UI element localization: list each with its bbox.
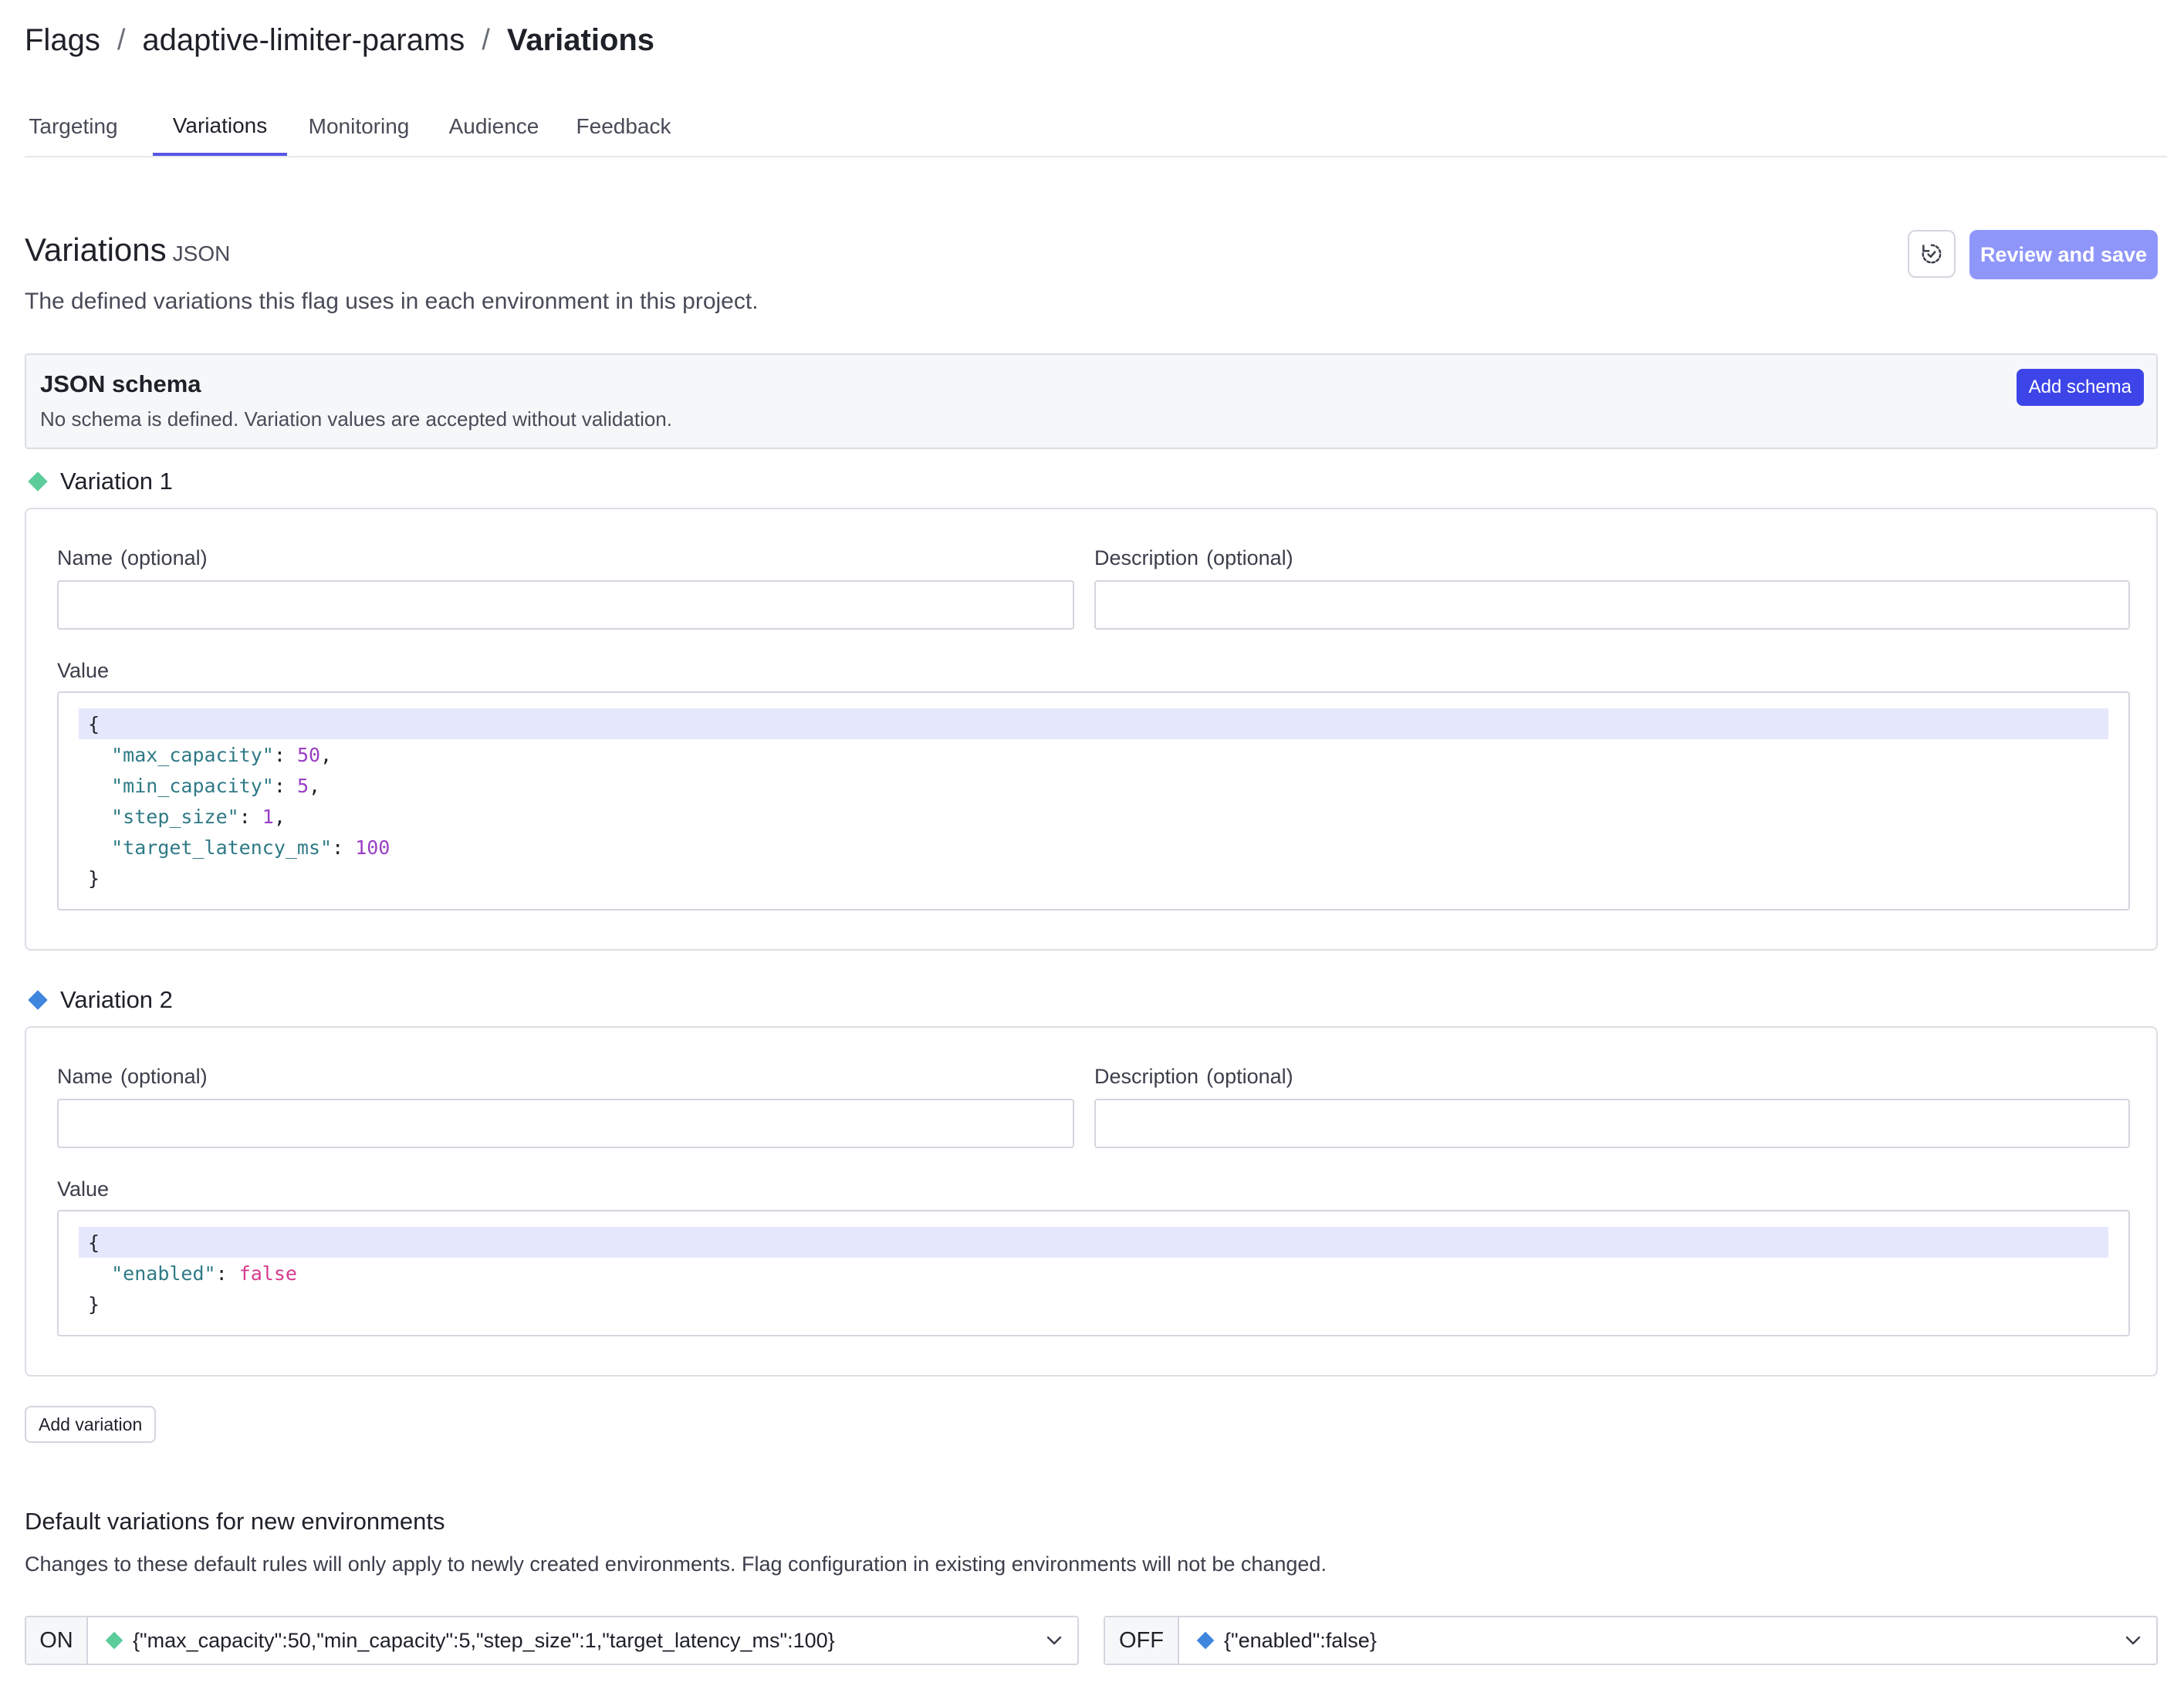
review-and-save-button[interactable]: Review and save: [1969, 230, 2158, 279]
optional-hint: (optional): [120, 1065, 208, 1088]
breadcrumb-current: Variations: [506, 22, 655, 57]
variation-1-value-editor[interactable]: { "max_capacity": 50, "min_capacity": 5,…: [57, 691, 2130, 911]
section-title-text: Variations: [25, 231, 167, 268]
optional-hint: (optional): [1206, 1065, 1293, 1088]
code-line: }: [88, 1292, 100, 1316]
variation-1-card: Name (optional) Description (optional) Val…: [25, 508, 2158, 951]
tab-feedback[interactable]: Feedback: [574, 99, 673, 154]
code-line: }: [88, 867, 100, 890]
code-line: {: [79, 1227, 2108, 1258]
default-variations-title: Default variations for new environments: [25, 1508, 445, 1535]
name-label-text: Name: [57, 546, 113, 569]
variation-2-card: Name (optional) Description (optional) Val…: [25, 1026, 2158, 1377]
variation-2-value-label: Value: [57, 1177, 110, 1201]
description-label-text: Description: [1094, 546, 1199, 569]
tab-audience[interactable]: Audience: [445, 99, 543, 154]
breadcrumb-separator: /: [482, 23, 490, 56]
name-label-text: Name: [57, 1065, 113, 1088]
variation-1-name-input[interactable]: [57, 580, 1074, 630]
variation-2-description-label: Description (optional): [1094, 1065, 1293, 1089]
json-schema-title: JSON schema: [40, 370, 201, 397]
variation-2-heading: Variation 2: [26, 985, 173, 1015]
variation-2-diamond-icon: [1196, 1631, 1215, 1650]
default-off-value: {"enabled":false}: [1179, 1617, 2110, 1664]
add-schema-button[interactable]: Add schema: [2016, 369, 2144, 406]
optional-hint: (optional): [1206, 546, 1293, 569]
variation-1-heading: Variation 1: [26, 466, 173, 497]
variation-1-description-input[interactable]: [1094, 580, 2130, 630]
variation-2-diamond-icon: [28, 990, 48, 1010]
code-line: "min_capacity": 5,: [111, 774, 321, 797]
tab-bar: Targeting Variations Monitoring Audience…: [25, 99, 2167, 157]
code-line: "target_latency_ms": 100: [111, 836, 390, 859]
history-button[interactable]: [1908, 230, 1956, 278]
breadcrumb-flags-link[interactable]: Flags: [25, 23, 100, 58]
breadcrumb-separator: /: [117, 23, 126, 56]
optional-hint: (optional): [120, 546, 208, 569]
code-line: {: [79, 708, 2108, 739]
add-variation-button[interactable]: Add variation: [25, 1406, 157, 1443]
page: Flags / adaptive-limiter-params / Variat…: [0, 0, 2184, 1696]
code-line: "enabled": false: [111, 1262, 297, 1285]
default-off-select[interactable]: OFF {"enabled":false}: [1104, 1616, 2158, 1665]
chevron-down-icon: [1031, 1617, 1077, 1664]
breadcrumb: Flags / adaptive-limiter-params / Variat…: [25, 17, 654, 63]
default-on-value-text: {"max_capacity":50,"min_capacity":5,"ste…: [133, 1628, 835, 1652]
default-on-select[interactable]: ON {"max_capacity":50,"min_capacity":5,"…: [25, 1616, 1079, 1665]
variation-2-name-label: Name (optional): [57, 1065, 208, 1089]
variation-2-name-input[interactable]: [57, 1099, 1074, 1148]
variation-1-title: Variation 1: [60, 468, 173, 495]
variation-2-value-editor[interactable]: { "enabled": false }: [57, 1210, 2130, 1336]
tab-targeting[interactable]: Targeting: [25, 99, 122, 154]
variation-1-diamond-icon: [28, 471, 48, 492]
default-off-label: OFF: [1105, 1617, 1179, 1664]
variation-1-value-label: Value: [57, 659, 110, 682]
default-variations-description: Changes to these default rules will only…: [25, 1552, 1327, 1576]
variation-1-diamond-icon: [105, 1631, 123, 1650]
variation-1-name-label: Name (optional): [57, 546, 208, 570]
variation-2-description-input[interactable]: [1094, 1099, 2130, 1148]
json-schema-panel: JSON schema No schema is defined. Variat…: [25, 353, 2158, 449]
history-icon: [1922, 244, 1942, 264]
default-on-value: {"max_capacity":50,"min_capacity":5,"ste…: [88, 1617, 1031, 1664]
code-line: "step_size": 1,: [111, 805, 286, 828]
breadcrumb-flag-link[interactable]: adaptive-limiter-params: [142, 23, 465, 58]
code-line: "max_capacity": 50,: [111, 743, 333, 766]
chevron-down-icon: [2110, 1617, 2156, 1664]
section-title: Variations JSON: [25, 231, 230, 269]
json-schema-description: No schema is defined. Variation values a…: [40, 407, 672, 431]
section-description: The defined variations this flag uses in…: [25, 289, 759, 314]
flag-type-tag: JSON: [172, 242, 231, 265]
default-off-value-text: {"enabled":false}: [1224, 1628, 1377, 1652]
description-label-text: Description: [1094, 1065, 1199, 1088]
tab-variations[interactable]: Variations: [153, 99, 287, 156]
variation-2-title: Variation 2: [60, 986, 173, 1013]
variation-1-description-label: Description (optional): [1094, 546, 1293, 570]
tab-monitoring[interactable]: Monitoring: [299, 99, 418, 154]
default-on-label: ON: [26, 1617, 88, 1664]
